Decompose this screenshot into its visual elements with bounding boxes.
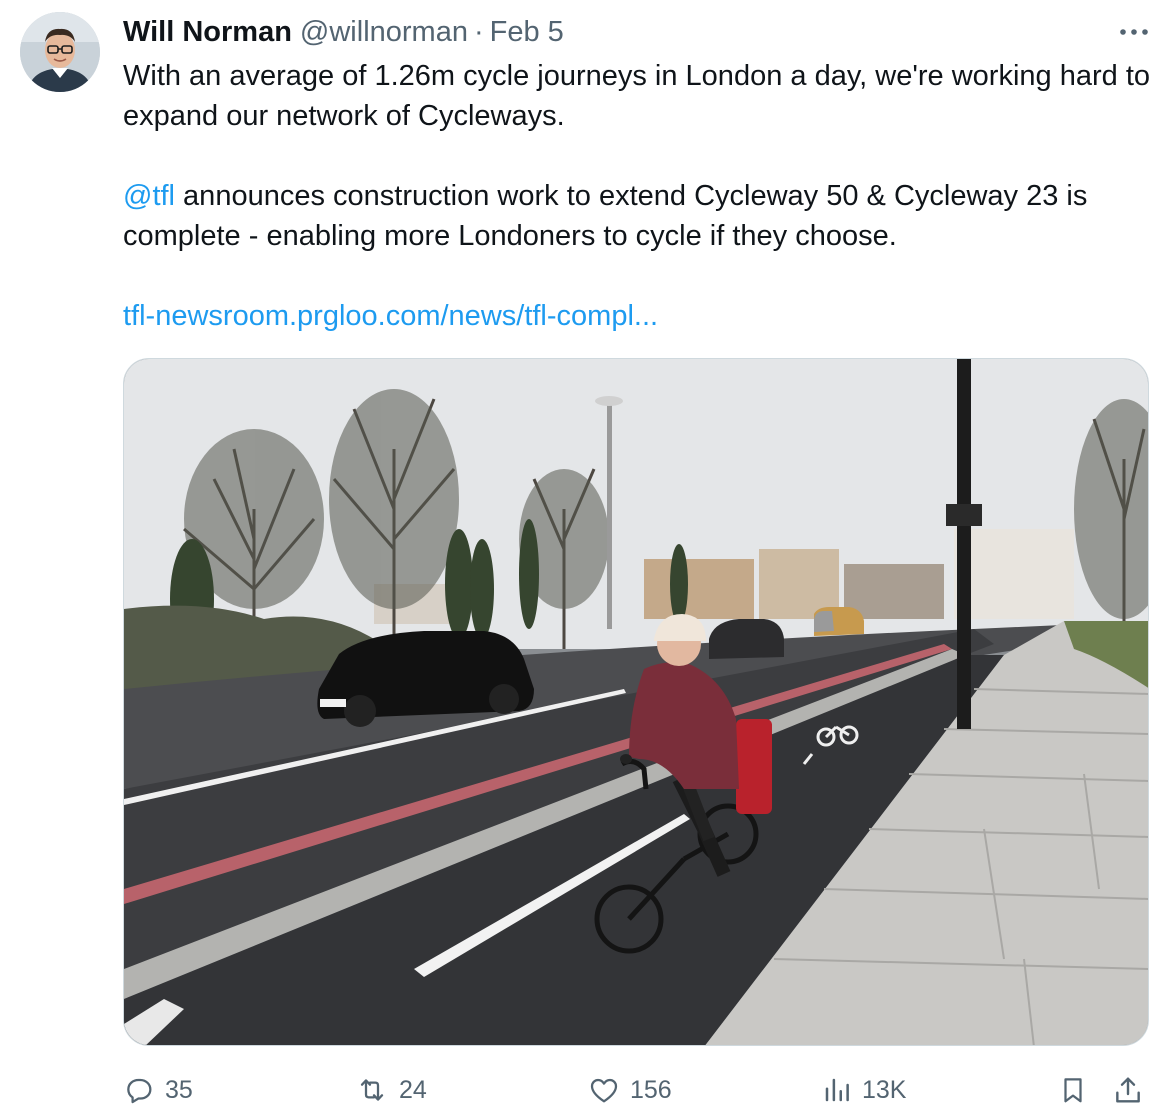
tweet-actions: 35 24 156 13K [0, 1066, 1174, 1114]
views-count: 13K [862, 1075, 907, 1104]
share-button[interactable] [1112, 1066, 1154, 1114]
author-name[interactable]: Will Norman [123, 16, 292, 49]
like-count: 156 [630, 1075, 672, 1104]
tweet-photo[interactable] [123, 358, 1149, 1046]
avatar[interactable] [20, 12, 100, 92]
tweet-paragraph-2: @tfl announces construction work to exte… [123, 176, 1163, 256]
tweet-date[interactable]: Feb 5 [490, 16, 564, 49]
repost-button[interactable]: 24 [355, 1066, 427, 1114]
tweet-paragraph-2-text: announces construction work to extend Cy… [123, 180, 1088, 252]
tweet-text: With an average of 1.26m cycle journeys … [123, 56, 1163, 336]
heart-icon [590, 1078, 618, 1103]
tweet-header: Will Norman @willnorman · Feb 5 [123, 12, 564, 52]
more-horizontal-icon [1120, 29, 1148, 35]
tweet-paragraph-1: With an average of 1.26m cycle journeys … [123, 60, 1151, 132]
author-handle[interactable]: @willnorman [300, 16, 468, 49]
bookmark-icon [1064, 1078, 1082, 1103]
views-button[interactable]: 13K [822, 1066, 906, 1114]
reply-count: 35 [165, 1075, 193, 1104]
share-icon [1116, 1077, 1140, 1103]
mention-link[interactable]: @tfl [123, 180, 175, 212]
more-options-button[interactable] [1116, 20, 1152, 44]
reply-button[interactable]: 35 [123, 1066, 193, 1114]
repost-count: 24 [399, 1075, 427, 1104]
reply-icon [127, 1078, 152, 1104]
article-link[interactable]: tfl-newsroom.prgloo.com/news/tfl-compl..… [123, 300, 658, 332]
separator-dot: · [473, 15, 484, 48]
views-chart-icon [825, 1078, 849, 1102]
url-paragraph: tfl-newsroom.prgloo.com/news/tfl-compl..… [123, 296, 1163, 336]
repost-icon [360, 1079, 384, 1101]
like-button[interactable]: 156 [588, 1066, 672, 1114]
bookmark-button[interactable] [1058, 1066, 1098, 1114]
